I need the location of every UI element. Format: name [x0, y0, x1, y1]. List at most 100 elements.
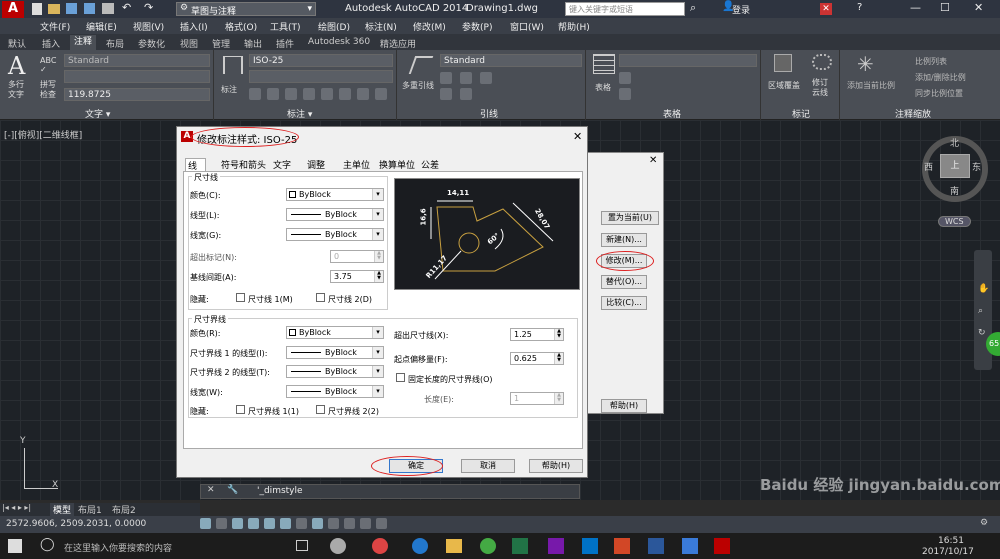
scale-panel-label[interactable]: 注释缩放 [895, 107, 931, 120]
ext-sup2-checkbox[interactable] [316, 405, 325, 414]
wcs-button[interactable]: WCS [938, 216, 971, 227]
menu-parametric[interactable]: 参数(P) [462, 20, 492, 33]
close-button[interactable]: ✕ [974, 1, 983, 14]
spinner-icon[interactable]: ▲ ▼ [554, 353, 563, 364]
undo-icon[interactable]: ↶ [122, 1, 131, 14]
help-button[interactable]: 帮助(H) [529, 459, 583, 473]
saveas-icon[interactable] [84, 3, 95, 14]
markup-panel-label[interactable]: 标记 [792, 107, 810, 120]
login-link[interactable]: 登录 [732, 3, 750, 16]
snap-icon[interactable] [200, 518, 211, 529]
onenote-icon[interactable] [548, 538, 564, 554]
tab-default[interactable]: 默认 [8, 37, 26, 50]
dim-baseline-input[interactable]: 3.75 ▲ ▼ [330, 270, 384, 283]
sc-icon[interactable] [376, 518, 387, 529]
zoom-icon[interactable]: ⌕ [978, 306, 983, 316]
autocad-taskbar-icon[interactable] [714, 538, 730, 554]
leader-tool-icon[interactable] [440, 72, 452, 84]
tab-fit[interactable]: 调整 [307, 158, 325, 171]
wipeout-label[interactable]: 区域覆盖 [768, 80, 800, 91]
tab-insert[interactable]: 插入 [42, 37, 60, 50]
tab-output[interactable]: 输出 [244, 37, 262, 50]
close-icon[interactable]: ✕ [207, 485, 215, 495]
dim-extend-input[interactable]: 0 ▲ ▼ [330, 250, 384, 263]
word-icon[interactable] [648, 538, 664, 554]
help-icon[interactable]: ? [857, 2, 862, 13]
leader-style-select[interactable]: Standard [440, 54, 582, 67]
osnap-icon[interactable] [264, 518, 275, 529]
tab-a360[interactable]: Autodesk 360 [308, 37, 370, 47]
lwt-icon[interactable] [328, 518, 339, 529]
multileader-label[interactable]: 多重引线 [402, 80, 434, 91]
menu-help[interactable]: 帮助(H) [558, 20, 590, 33]
dim-color-select[interactable]: ByBlock ▾ [286, 188, 384, 201]
menu-modify[interactable]: 修改(M) [413, 20, 446, 33]
powerpoint-icon[interactable] [614, 538, 630, 554]
tab-model[interactable]: 模型 [50, 503, 75, 516]
excel-icon[interactable] [512, 538, 528, 554]
dim-tool-icon[interactable] [267, 88, 279, 100]
print-icon[interactable] [102, 3, 114, 14]
table-icon[interactable] [593, 54, 615, 74]
menu-view[interactable]: 视图(V) [133, 20, 164, 33]
tab-parametric[interactable]: 参数化 [138, 37, 165, 50]
command-text[interactable]: '_dimstyle [257, 486, 303, 496]
app-icon[interactable] [480, 538, 496, 554]
coordinates[interactable]: 2572.9606, 2509.2031, 0.0000 [6, 519, 146, 529]
ortho-icon[interactable] [232, 518, 243, 529]
help-button[interactable]: 帮助(H) [601, 399, 647, 413]
dim-tool-icon[interactable] [249, 88, 261, 100]
dim-linetype-select[interactable]: ByBlock ▾ [286, 208, 384, 221]
dim-tool-icon[interactable] [339, 88, 351, 100]
table-tool-icon[interactable] [619, 88, 631, 100]
tpy-icon[interactable] [344, 518, 355, 529]
add-delete-scale-label[interactable]: 添加/删除比例 [915, 72, 966, 83]
ext-sup2-label[interactable]: 尺寸界线 2(2) [328, 406, 379, 417]
fixed-length-label[interactable]: 固定长度的尺寸界线(O) [408, 374, 493, 385]
dim-sup2-checkbox[interactable] [316, 293, 325, 302]
ext-lw-select[interactable]: ByBlock ▾ [286, 385, 384, 398]
layout-nav[interactable]: |◂ ◂ ▸ ▸| [2, 503, 31, 512]
ext-lt1-select[interactable]: ByBlock ▾ [286, 346, 384, 359]
tab-tolerances[interactable]: 公差 [421, 158, 439, 171]
explorer-icon[interactable] [446, 539, 462, 553]
new-icon[interactable] [32, 3, 42, 15]
ext-sup1-checkbox[interactable] [236, 405, 245, 414]
tab-layout[interactable]: 布局 [106, 37, 124, 50]
cancel-button[interactable]: 取消 [461, 459, 515, 473]
tab-text[interactable]: 文字 [273, 158, 291, 171]
table-label[interactable]: 表格 [595, 82, 611, 93]
spinner-icon[interactable]: ▲ ▼ [374, 271, 383, 282]
leader-tool-icon[interactable] [440, 88, 452, 100]
tab-annotate[interactable]: 注释 [70, 35, 97, 50]
set-current-button[interactable]: 置为当前(U) [601, 211, 659, 225]
orbit-icon[interactable]: ↻ [978, 328, 986, 338]
polar-icon[interactable] [248, 518, 259, 529]
menu-tools[interactable]: 工具(T) [270, 20, 301, 33]
spell-check-icon[interactable]: ABC ✓ [40, 56, 56, 74]
ext-beyond-input[interactable]: 1.25 ▲ ▼ [510, 328, 564, 341]
compass-east[interactable]: 东 [972, 160, 981, 173]
ext-offset-input[interactable]: 0.625 ▲ ▼ [510, 352, 564, 365]
new-button[interactable]: 新建(N)... [601, 233, 647, 247]
otrack-icon[interactable] [280, 518, 291, 529]
start-button[interactable] [8, 539, 22, 553]
search-input[interactable]: 键入关键字或短语 [565, 2, 685, 16]
dim-sup1-checkbox[interactable] [236, 293, 245, 302]
tab-plugins[interactable]: 插件 [276, 37, 294, 50]
qp-icon[interactable] [360, 518, 371, 529]
dimension-label[interactable]: 标注 [221, 84, 237, 95]
scale-list-label[interactable]: 比例列表 [915, 56, 947, 67]
override-button[interactable]: 替代(O)... [601, 275, 647, 289]
workspace-select[interactable]: ⚙ 草图与注释 ▾ [176, 2, 316, 17]
dim-tool-icon[interactable] [321, 88, 333, 100]
scale-icon[interactable]: ✳ [857, 52, 874, 76]
leader-panel-label[interactable]: 引线 [480, 107, 498, 120]
leader-tool-icon[interactable] [480, 72, 492, 84]
dim-lineweight-select[interactable]: ByBlock ▾ [286, 228, 384, 241]
minimize-button[interactable]: — [910, 1, 921, 14]
tab-view[interactable]: 视图 [180, 37, 198, 50]
dim-layer-select[interactable] [249, 70, 393, 83]
viewport-label[interactable]: [-][俯视][二维线框] [4, 128, 82, 141]
save-icon[interactable] [66, 3, 77, 14]
